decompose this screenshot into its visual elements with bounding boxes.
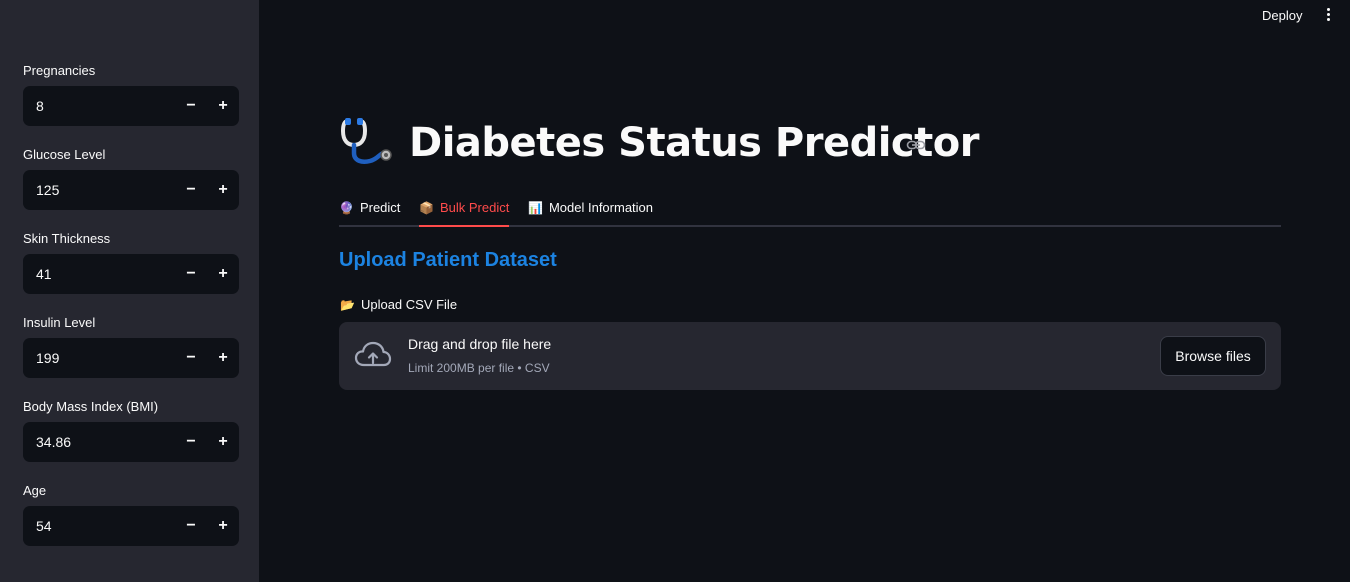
field-label: Body Mass Index (BMI) [23, 399, 159, 414]
increment-button[interactable]: + [207, 170, 239, 210]
glucose-field: Glucose Level 125 − + [23, 146, 239, 210]
age-field: Age 54 − + [23, 482, 239, 546]
tab-model-information[interactable]: 📊 Model Information [528, 190, 653, 225]
cloud-upload-icon [354, 341, 392, 367]
skin-thickness-input[interactable]: 41 − + [23, 254, 239, 294]
field-value[interactable]: 125 [23, 182, 175, 198]
file-limit-text: Limit 200MB per file • CSV [408, 361, 550, 375]
bar-chart-icon: 📊 [528, 200, 543, 215]
field-label: Skin Thickness [23, 231, 111, 246]
insulin-input[interactable]: 199 − + [23, 338, 239, 378]
insulin-field: Insulin Level 199 − + [23, 314, 239, 378]
tab-label: Bulk Predict [439, 200, 510, 215]
age-input[interactable]: 54 − + [23, 506, 239, 546]
browse-files-button[interactable]: Browse files [1160, 336, 1266, 376]
tab-bar: 🔮 Predict 📦 Bulk Predict 📊 Model Informa… [339, 190, 1281, 227]
increment-button[interactable]: + [207, 338, 239, 378]
decrement-button[interactable]: − [175, 506, 207, 546]
stethoscope-icon [340, 118, 392, 164]
folder-icon: 📂 [340, 297, 355, 312]
tab-bulk-predict[interactable]: 📦 Bulk Predict [419, 190, 510, 227]
crystal-ball-icon: 🔮 [339, 200, 354, 215]
decrement-button[interactable]: − [175, 338, 207, 378]
file-dropzone[interactable]: Drag and drop file here Limit 200MB per … [339, 322, 1281, 390]
pregnancies-input[interactable]: 8 − + [23, 86, 239, 126]
deploy-button[interactable]: Deploy [1256, 6, 1308, 25]
increment-button[interactable]: + [207, 254, 239, 294]
uploader-label-text: Upload CSV File [360, 297, 458, 312]
glucose-input[interactable]: 125 − + [23, 170, 239, 210]
field-value[interactable]: 199 [23, 350, 175, 366]
field-value[interactable]: 54 [23, 518, 175, 534]
tab-label: Predict [359, 200, 401, 215]
pregnancies-field: Pregnancies 8 − + [23, 62, 239, 126]
field-label: Glucose Level [23, 147, 106, 162]
tab-predict[interactable]: 🔮 Predict [339, 190, 400, 225]
bmi-field: Body Mass Index (BMI) 34.86 − + [23, 398, 239, 462]
decrement-button[interactable]: − [175, 254, 207, 294]
drop-instructions: Drag and drop file here [408, 336, 552, 352]
sidebar: Pregnancies 8 − + Glucose Level 125 − + … [0, 0, 259, 582]
link-icon[interactable] [906, 137, 926, 153]
field-label: Age [23, 483, 47, 498]
package-icon: 📦 [419, 200, 434, 215]
uploader-label: 📂 Upload CSV File [340, 297, 457, 312]
increment-button[interactable]: + [207, 86, 239, 126]
increment-button[interactable]: + [207, 422, 239, 462]
page-title: Diabetes Status Predictor [409, 120, 979, 166]
kebab-menu-icon[interactable] [1318, 4, 1338, 24]
decrement-button[interactable]: − [175, 86, 207, 126]
field-label: Pregnancies [23, 63, 96, 78]
decrement-button[interactable]: − [175, 422, 207, 462]
field-value[interactable]: 34.86 [23, 434, 175, 450]
decrement-button[interactable]: − [175, 170, 207, 210]
section-title: Upload Patient Dataset [339, 249, 557, 271]
field-value[interactable]: 41 [23, 266, 175, 282]
field-value[interactable]: 8 [23, 98, 175, 114]
bmi-input[interactable]: 34.86 − + [23, 422, 239, 462]
increment-button[interactable]: + [207, 506, 239, 546]
field-label: Insulin Level [23, 315, 96, 330]
skin-thickness-field: Skin Thickness 41 − + [23, 230, 239, 294]
tab-label: Model Information [548, 200, 654, 215]
